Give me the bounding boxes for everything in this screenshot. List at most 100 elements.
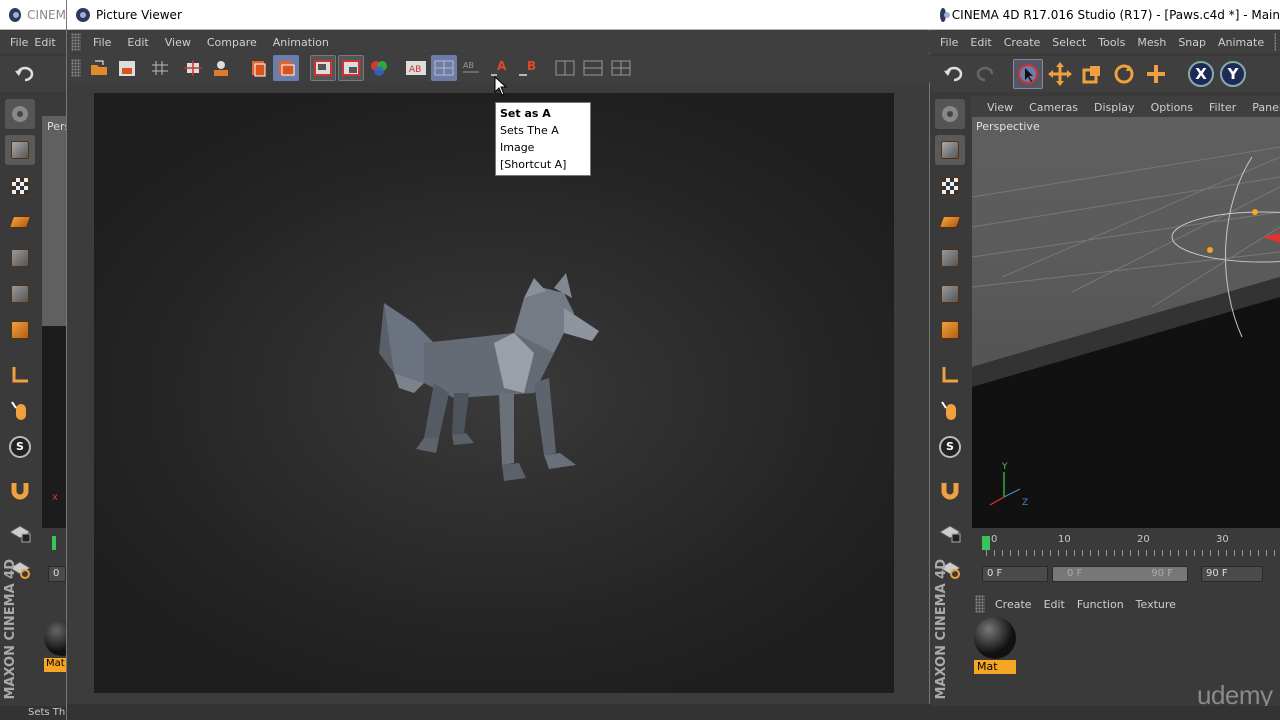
main-menu-tools[interactable]: Tools — [1092, 36, 1131, 49]
left-menu-edit[interactable]: Edit — [32, 36, 57, 49]
y-axis-lock-button[interactable]: Y — [1218, 59, 1248, 89]
viewport-menu-view[interactable]: View — [979, 101, 1021, 114]
left-material-label: Mat — [44, 658, 66, 672]
main-window-titlebar: CINEMA 4D R17.016 Studio (R17) - [Paws.c… — [931, 0, 1280, 30]
undo-button[interactable] — [12, 61, 38, 87]
perspective-viewport[interactable]: Perspective Y Z — [972, 117, 1280, 528]
left-edges-button[interactable] — [5, 279, 35, 309]
material-menu-function[interactable]: Function — [1071, 598, 1130, 611]
toolbar-grip[interactable] — [71, 59, 81, 77]
render-region-button[interactable] — [310, 55, 336, 81]
grid-button[interactable] — [147, 55, 173, 81]
frame-range-slider[interactable]: 0 F 90 F — [1052, 566, 1188, 582]
layer-button[interactable] — [245, 55, 271, 81]
split-quad-button[interactable] — [608, 55, 634, 81]
pv-menu-edit[interactable]: Edit — [119, 36, 156, 49]
left-window-titlebar: CINEM — [0, 0, 66, 30]
menu-overflow-grip[interactable] — [1274, 33, 1276, 51]
material-menu-edit[interactable]: Edit — [1038, 598, 1071, 611]
pv-menu-compare[interactable]: Compare — [199, 36, 265, 49]
viewport-menu-panel[interactable]: Panel — [1244, 101, 1280, 114]
polygons-mode-button[interactable] — [935, 315, 965, 345]
main-menu-edit[interactable]: Edit — [964, 36, 997, 49]
left-viewport[interactable]: Pers x — [42, 116, 70, 528]
left-lock-grid-button[interactable] — [5, 518, 35, 548]
left-model-mode-button[interactable] — [5, 99, 35, 129]
model-mode-button[interactable] — [935, 99, 965, 129]
main-redo-button[interactable] — [972, 61, 998, 87]
left-snap-button[interactable]: S — [5, 432, 35, 462]
ab-swap-button[interactable] — [431, 55, 457, 81]
tweak-mode-button[interactable] — [935, 396, 965, 426]
snap-toggle-button[interactable]: S — [935, 432, 965, 462]
main-undo-button[interactable] — [941, 61, 967, 87]
left-menu-file[interactable]: File — [0, 36, 32, 49]
left-texture-mode-button[interactable] — [5, 171, 35, 201]
viewport-menu-cameras[interactable]: Cameras — [1021, 101, 1086, 114]
open-button[interactable] — [86, 55, 112, 81]
set-b-button[interactable]: B — [515, 55, 541, 81]
pv-menu-file[interactable]: File — [85, 36, 119, 49]
user-button[interactable] — [208, 55, 234, 81]
end-frame-field[interactable]: 90 F — [1201, 566, 1263, 582]
timeline-playhead[interactable] — [982, 536, 990, 550]
save-button[interactable] — [114, 55, 140, 81]
main-menu-select[interactable]: Select — [1046, 36, 1092, 49]
rotate-tool-button[interactable] — [1109, 59, 1139, 89]
ab-toggle-button[interactable]: AB — [403, 55, 429, 81]
pv-menu-view[interactable]: View — [157, 36, 199, 49]
left-points-button[interactable] — [5, 243, 35, 273]
main-window-menubar: File Edit Create Select Tools Mesh Snap … — [931, 31, 1280, 53]
render-view-button[interactable] — [338, 55, 364, 81]
left-timeline-marker[interactable] — [52, 536, 56, 550]
main-menu-file[interactable]: File — [931, 36, 964, 49]
workplane-button[interactable] — [935, 207, 965, 237]
layer-stack-button[interactable] — [273, 55, 299, 81]
move-tool-button[interactable] — [1045, 59, 1075, 89]
left-workplane-button[interactable] — [5, 207, 35, 237]
left-axis-button[interactable] — [5, 360, 35, 390]
current-frame-field[interactable]: 0 F — [982, 566, 1048, 582]
live-selection-button[interactable] — [1013, 59, 1043, 89]
left-tweak-button[interactable] — [5, 396, 35, 426]
material-menu-texture[interactable]: Texture — [1130, 598, 1182, 611]
timeline[interactable]: 0 10 20 30 — [972, 532, 1280, 560]
left-object-mode-button[interactable] — [5, 135, 35, 165]
split-horizontal-button[interactable] — [552, 55, 578, 81]
left-polygons-button[interactable] — [5, 315, 35, 345]
recent-tool-button[interactable] — [1141, 59, 1171, 89]
main-maxon-logo: MAXON CINEMA 4D — [934, 559, 949, 700]
main-menu-mesh[interactable]: Mesh — [1131, 36, 1172, 49]
crop-button[interactable] — [180, 55, 206, 81]
viewport-menu-options[interactable]: Options — [1143, 101, 1201, 114]
render-canvas[interactable] — [94, 93, 894, 693]
scale-tool-button[interactable] — [1077, 59, 1107, 89]
split-vertical-button[interactable] — [580, 55, 606, 81]
points-cube-icon — [941, 249, 959, 267]
viewport-menubar: View Cameras Display Options Filter Pane… — [971, 96, 1280, 118]
material-swatch[interactable]: Mat — [974, 617, 1016, 675]
render-all-button[interactable] — [366, 55, 392, 81]
points-mode-button[interactable] — [935, 243, 965, 273]
lock-grid-button[interactable] — [935, 518, 965, 548]
viewport-menu-display[interactable]: Display — [1086, 101, 1143, 114]
object-mode-button[interactable] — [935, 135, 965, 165]
axis-mode-button[interactable] — [935, 360, 965, 390]
left-material-swatch[interactable]: Mat — [44, 620, 80, 674]
left-magnet-button[interactable] — [5, 475, 35, 505]
menu-grip[interactable] — [71, 33, 81, 51]
material-menu-create[interactable]: Create — [989, 598, 1038, 611]
ab-diff-button[interactable]: AB — [459, 55, 485, 81]
main-menu-snap[interactable]: Snap — [1172, 36, 1212, 49]
x-axis-lock-button[interactable]: X — [1186, 59, 1216, 89]
main-menu-animate[interactable]: Animate — [1212, 36, 1270, 49]
main-menu-create[interactable]: Create — [998, 36, 1047, 49]
texture-mode-button[interactable] — [935, 171, 965, 201]
material-menu-grip[interactable] — [975, 595, 985, 613]
edges-mode-button[interactable] — [935, 279, 965, 309]
viewport-menu-filter[interactable]: Filter — [1201, 101, 1244, 114]
left-frame-field[interactable]: 0 — [48, 566, 66, 582]
svg-text:AB: AB — [409, 65, 421, 75]
magnet-button[interactable] — [935, 475, 965, 505]
pv-menu-animation[interactable]: Animation — [265, 36, 337, 49]
